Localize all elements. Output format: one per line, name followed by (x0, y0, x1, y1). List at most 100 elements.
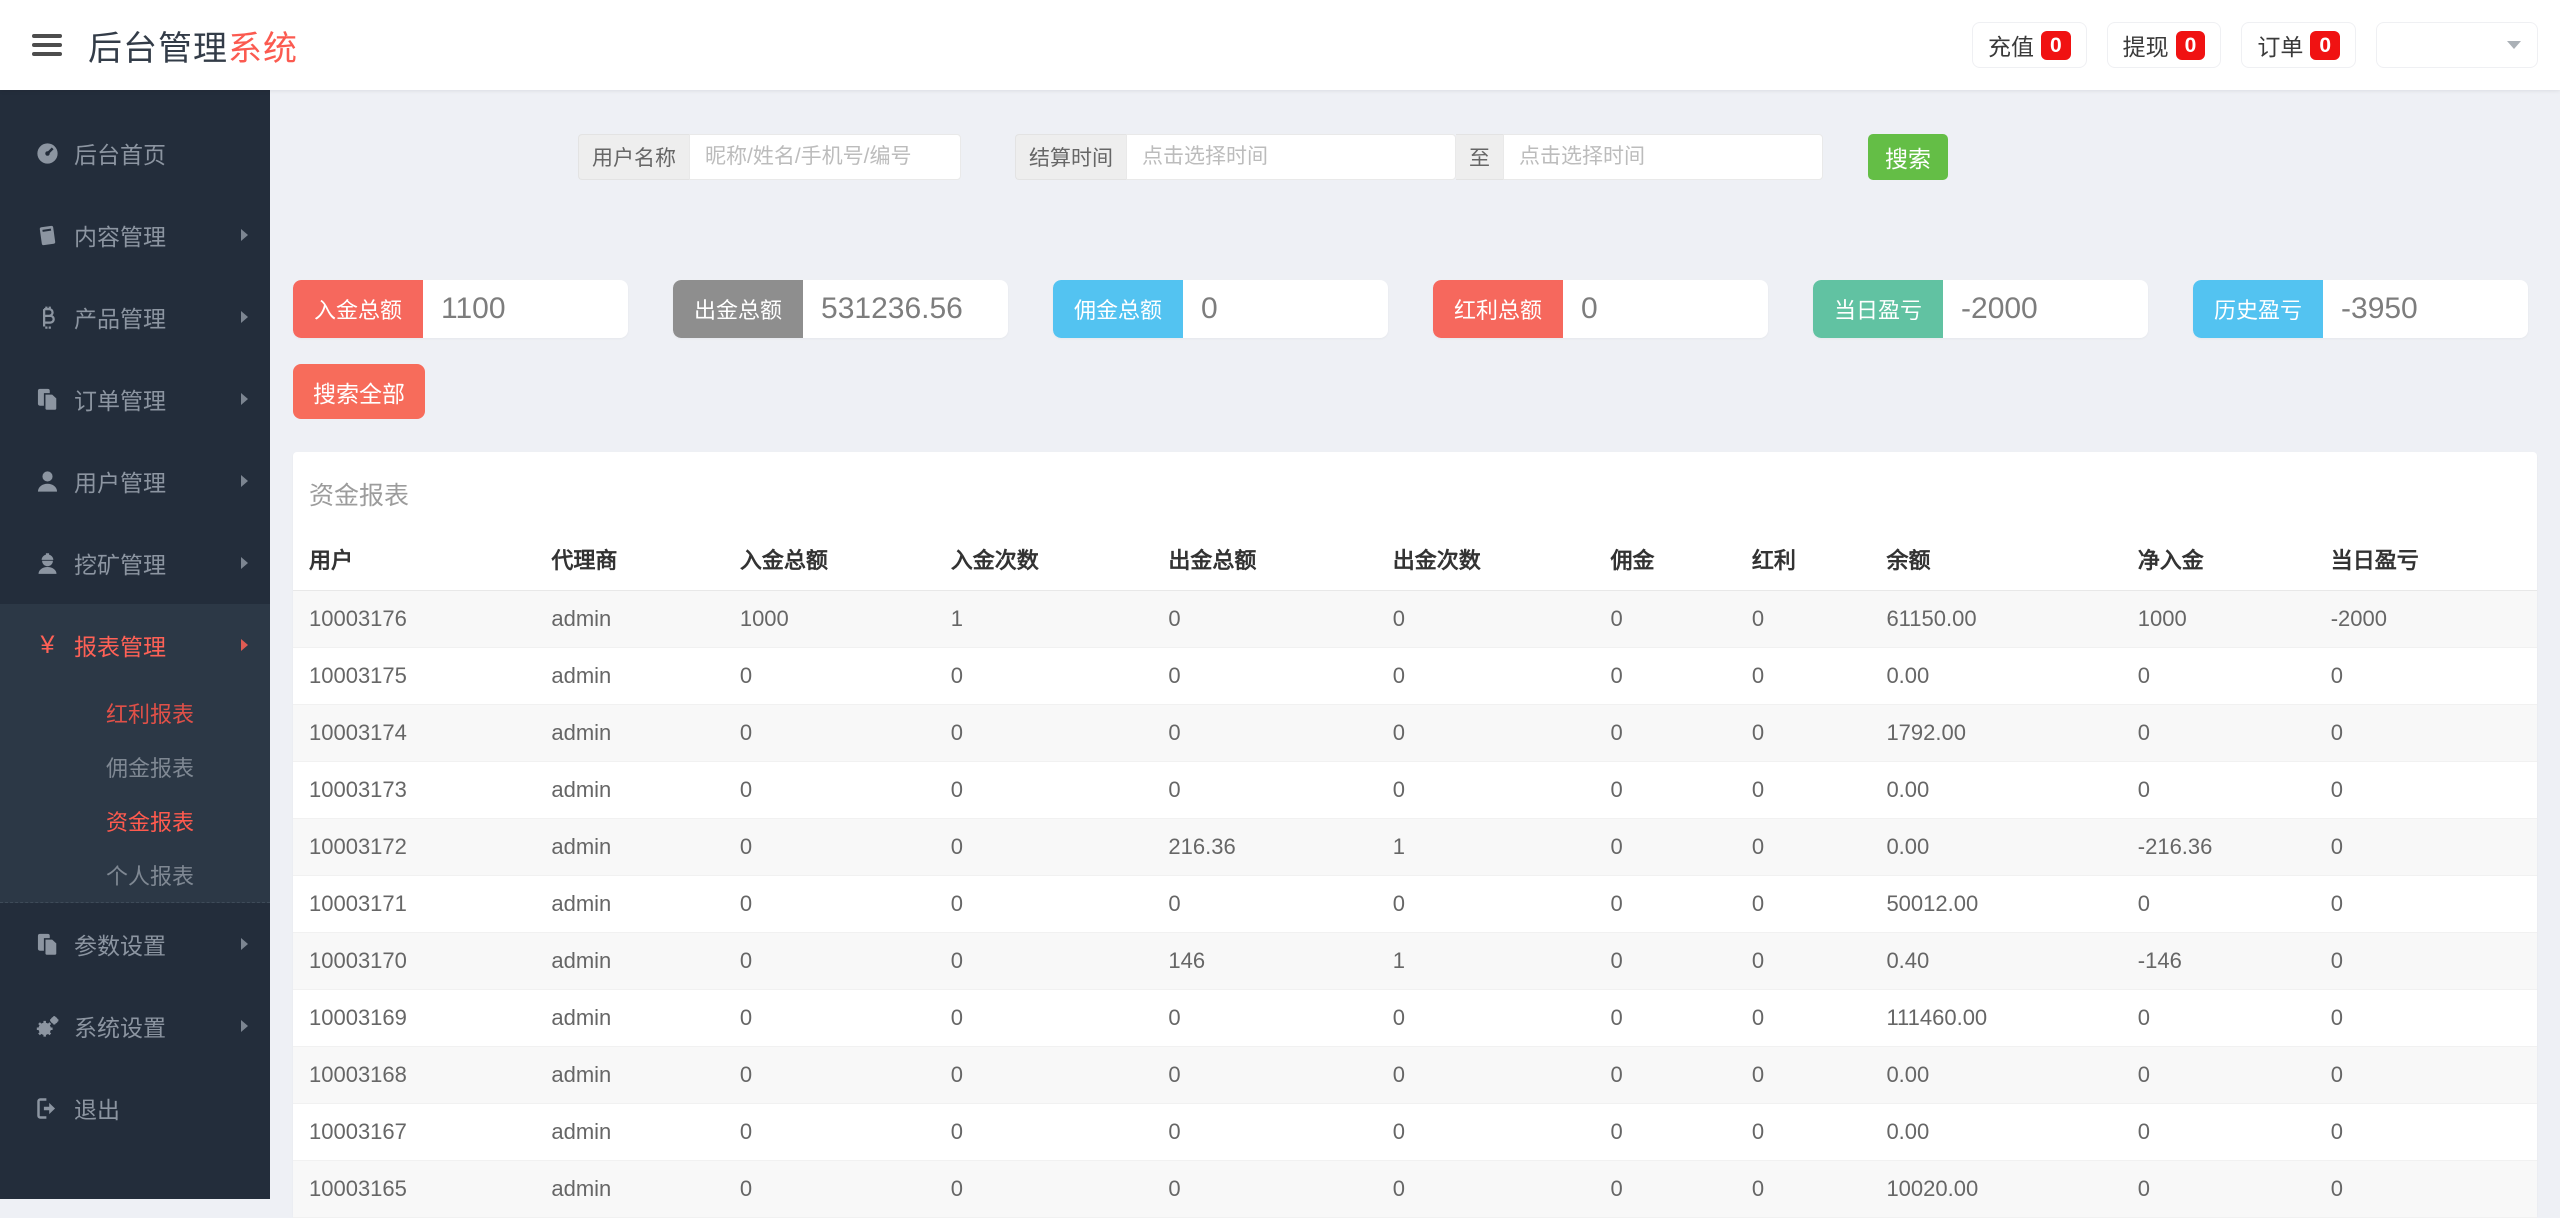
table-cell: 50012.00 (1870, 875, 2121, 932)
brand-title-accent: 系统 (228, 30, 298, 68)
table-cell: 10003176 (293, 590, 535, 647)
withdraw-button[interactable]: 提现0 (2107, 22, 2222, 68)
table-cell: 0 (1594, 932, 1735, 989)
sidebar-item-system[interactable]: 系统设置 (0, 985, 270, 1067)
sidebar-item-dashboard[interactable]: 后台首页 (0, 112, 270, 194)
table-row: 10003165admin00000010020.0000 (293, 1160, 2537, 1217)
table-cell: 0 (724, 1046, 935, 1103)
search-all-button[interactable]: 搜索全部 (293, 364, 425, 419)
table-cell: 61150.00 (1870, 590, 2121, 647)
table-cell: 1000 (724, 590, 935, 647)
time-end-input[interactable] (1503, 134, 1823, 180)
table-cell: 0 (935, 1103, 1153, 1160)
sidebar-subitem-label: 个人报表 (106, 859, 194, 891)
table-cell: 0 (1152, 647, 1376, 704)
table-cell: 0 (2122, 761, 2315, 818)
stat-commission-total: 佣金总额0 (1053, 280, 1388, 338)
sidebar-item-logout[interactable]: 退出 (0, 1067, 270, 1149)
sidebar: 后台首页内容管理产品管理订单管理用户管理挖矿管理¥报表管理红利报表佣金报表资金报… (0, 90, 270, 1199)
withdraw-badge: 0 (2176, 31, 2206, 60)
table-cell: 111460.00 (1870, 989, 2121, 1046)
table-cell: 0 (935, 875, 1153, 932)
table-cell: -2000 (2315, 590, 2537, 647)
table-cell: 0 (2315, 875, 2537, 932)
gears-icon (34, 1013, 61, 1040)
column-header: 出金总额 (1152, 528, 1376, 590)
table-row: 10003175admin0000000.0000 (293, 647, 2537, 704)
sidebar-item-params[interactable]: 参数设置 (0, 903, 270, 985)
sidebar-subitem-commission-report[interactable]: 佣金报表 (0, 740, 270, 794)
table-cell: 0 (1736, 1160, 1871, 1217)
table-cell: 0 (1377, 590, 1595, 647)
table-cell: 0 (935, 932, 1153, 989)
table-cell: 10003171 (293, 875, 535, 932)
table-cell: 10003174 (293, 704, 535, 761)
table-cell: 0 (1152, 761, 1376, 818)
table-cell: admin (535, 704, 723, 761)
table-cell: 0 (935, 647, 1153, 704)
column-header: 用户 (293, 528, 535, 590)
sidebar-item-label: 退出 (74, 1091, 120, 1125)
table-cell: 10003165 (293, 1160, 535, 1217)
chevron-right-icon (241, 229, 248, 241)
table-cell: 0.00 (1870, 647, 2121, 704)
stat-value: -2000 (1943, 280, 2038, 338)
table-cell: 10020.00 (1870, 1160, 2121, 1217)
table-cell: 0 (1736, 1103, 1871, 1160)
sidebar-item-products[interactable]: 产品管理 (0, 276, 270, 358)
recharge-button[interactable]: 充值0 (1972, 22, 2087, 68)
table-cell: 1000 (2122, 590, 2315, 647)
user-search-input[interactable] (689, 134, 961, 180)
chevron-right-icon (241, 311, 248, 323)
table-cell: 0 (724, 875, 935, 932)
table-cell: 10003170 (293, 932, 535, 989)
column-header: 代理商 (535, 528, 723, 590)
sidebar-subitem-bonus-report[interactable]: 红利报表 (0, 686, 270, 740)
table-cell: admin (535, 818, 723, 875)
table-row: 10003169admin000000111460.0000 (293, 989, 2537, 1046)
sidebar-item-reports[interactable]: ¥报表管理 (0, 604, 270, 686)
sidebar-item-mining[interactable]: 挖矿管理 (0, 522, 270, 604)
table-cell: 0 (1377, 761, 1595, 818)
sidebar-item-users[interactable]: 用户管理 (0, 440, 270, 522)
sidebar-group-reports: ¥报表管理红利报表佣金报表资金报表个人报表 (0, 604, 270, 903)
table-cell: 0 (2315, 989, 2537, 1046)
time-start-input[interactable] (1126, 134, 1456, 180)
table-cell: 0 (724, 704, 935, 761)
table-body: 10003176admin10001000061150.001000-20001… (293, 590, 2537, 1217)
stat-label: 当日盈亏 (1813, 280, 1943, 338)
table-cell: 0 (2315, 1160, 2537, 1217)
chevron-right-icon (241, 557, 248, 569)
sidebar-item-orders[interactable]: 订单管理 (0, 358, 270, 440)
table-cell: 0 (724, 932, 935, 989)
table-cell: 0 (2122, 989, 2315, 1046)
sidebar-item-label: 报表管理 (74, 628, 166, 662)
stat-label: 入金总额 (293, 280, 423, 338)
column-header: 红利 (1736, 528, 1871, 590)
table-cell: 0 (2122, 704, 2315, 761)
top-header: 后台管理系统 充值0提现0订单0 (0, 0, 2560, 90)
stat-label: 佣金总额 (1053, 280, 1183, 338)
table-cell: admin (535, 761, 723, 818)
stats-row: 入金总额1100出金总额531236.56佣金总额0红利总额0当日盈亏-2000… (293, 280, 2560, 338)
menu-toggle-icon[interactable] (32, 29, 62, 61)
search-button[interactable]: 搜索 (1868, 134, 1948, 180)
sidebar-subitem-funds-report[interactable]: 资金报表 (0, 794, 270, 848)
stat-deposit-total: 入金总额1100 (293, 280, 628, 338)
table-cell: 0 (1736, 704, 1871, 761)
sidebar-subitem-personal-report[interactable]: 个人报表 (0, 848, 270, 902)
table-cell: 0 (1736, 818, 1871, 875)
sidebar-item-content[interactable]: 内容管理 (0, 194, 270, 276)
chevron-right-icon (241, 639, 248, 651)
sidebar-item-label: 内容管理 (74, 218, 166, 252)
book-icon (34, 222, 61, 249)
table-cell: 0 (1594, 761, 1735, 818)
table-cell: 0 (1152, 590, 1376, 647)
table-cell: 0 (2122, 647, 2315, 704)
table-cell: 0 (1377, 989, 1595, 1046)
sidebar-item-label: 后台首页 (74, 136, 166, 170)
table-cell: 10003173 (293, 761, 535, 818)
miner-icon (34, 550, 61, 577)
orders-button[interactable]: 订单0 (2241, 22, 2356, 68)
user-dropdown[interactable] (2376, 22, 2538, 68)
